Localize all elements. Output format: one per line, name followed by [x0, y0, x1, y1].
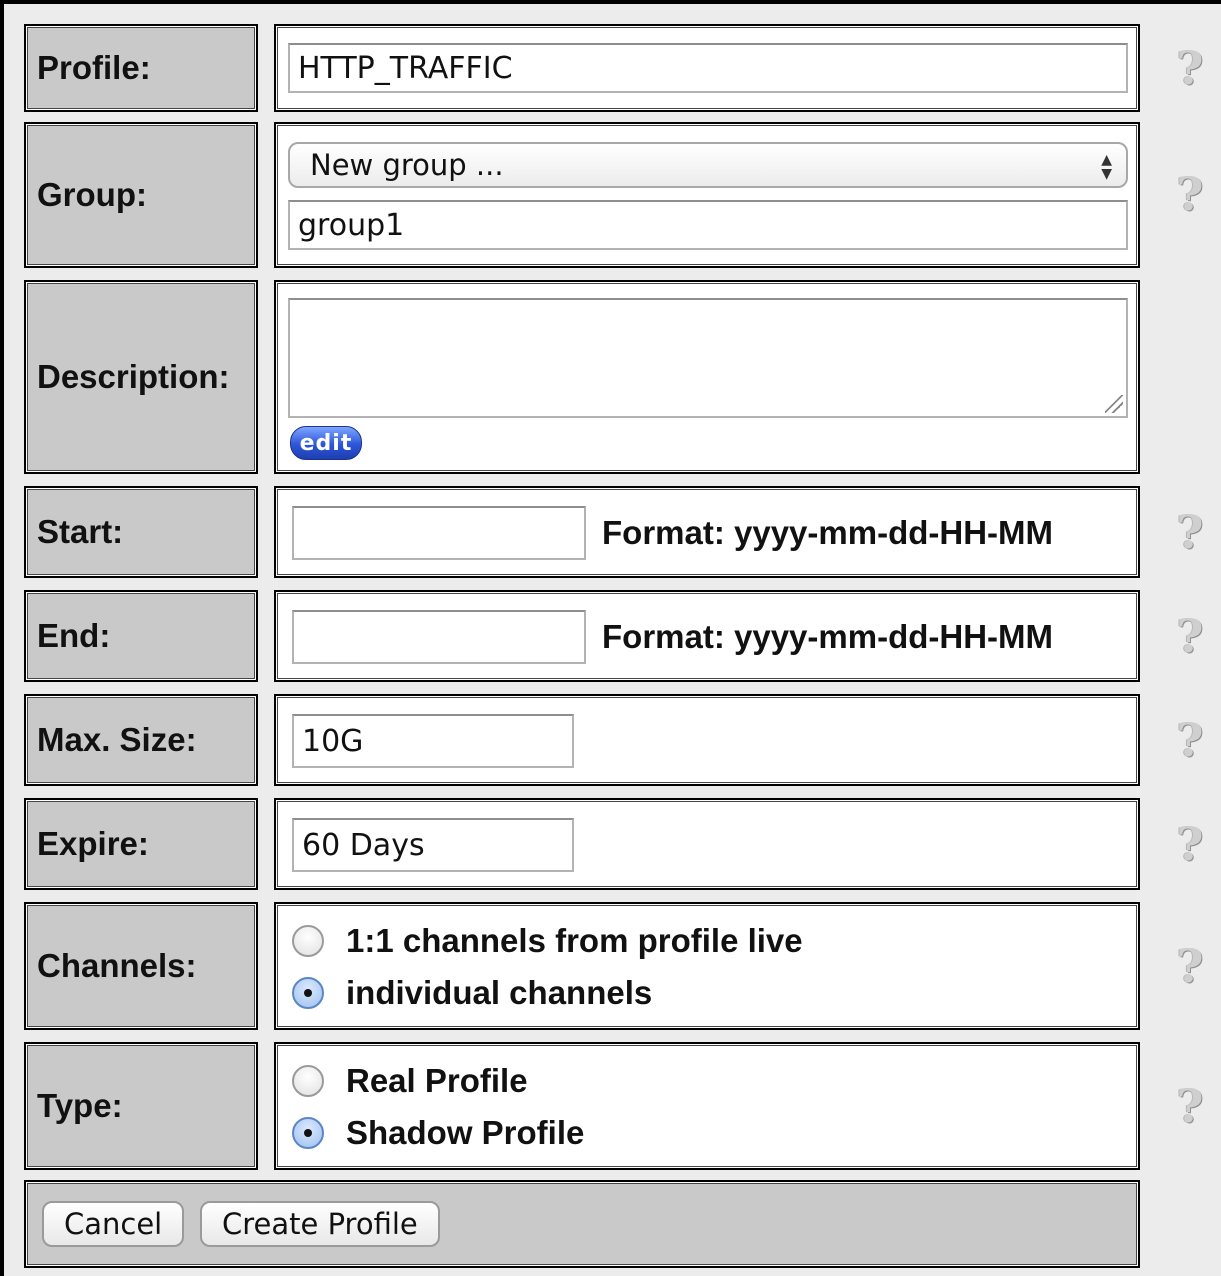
end-label: End:	[24, 590, 258, 682]
radio-unchecked-icon[interactable]	[292, 1065, 324, 1097]
max-size-input[interactable]: 10G	[292, 714, 574, 768]
description-textarea[interactable]	[288, 298, 1128, 418]
expire-help-question-icon[interactable]: ?	[1170, 821, 1210, 867]
resize-grip-icon[interactable]	[1105, 395, 1123, 413]
max-size-cell: 10G	[274, 694, 1140, 786]
end-format-hint: Format: yyyy-mm-dd-HH-MM	[602, 618, 1054, 655]
type-option-real[interactable]: Real Profile	[292, 1062, 528, 1100]
description-edit-button[interactable]: edit	[290, 426, 362, 460]
channels-option-1-1[interactable]: 1:1 channels from profile live	[292, 922, 803, 960]
profile-help-question-icon[interactable]: ?	[1170, 45, 1210, 91]
group-label: Group:	[24, 122, 258, 268]
form-actions-bar: Cancel Create Profile	[24, 1180, 1140, 1268]
profile-cell: HTTP_TRAFFIC	[274, 24, 1140, 112]
group-select[interactable]: New group ... ▲ ▼	[288, 142, 1128, 188]
profile-input[interactable]: HTTP_TRAFFIC	[288, 43, 1128, 93]
radio-checked-icon[interactable]	[292, 1117, 324, 1149]
start-format-hint: Format: yyyy-mm-dd-HH-MM	[602, 514, 1054, 551]
group-select-value: New group ...	[310, 148, 504, 182]
channels-option-label: 1:1 channels from profile live	[346, 922, 803, 959]
start-cell: Format: yyyy-mm-dd-HH-MM	[274, 486, 1140, 578]
max-size-help-question-icon[interactable]: ?	[1170, 717, 1210, 763]
create-profile-button[interactable]: Create Profile	[200, 1201, 440, 1247]
type-option-label: Shadow Profile	[346, 1114, 585, 1151]
channels-option-individual[interactable]: individual channels	[292, 974, 652, 1012]
expire-label: Expire:	[24, 798, 258, 890]
type-option-shadow[interactable]: Shadow Profile	[292, 1114, 584, 1152]
expire-input[interactable]: 60 Days	[292, 818, 574, 872]
type-help-question-icon[interactable]: ?	[1170, 1083, 1210, 1129]
type-option-label: Real Profile	[346, 1062, 528, 1099]
end-help-question-icon[interactable]: ?	[1170, 613, 1210, 659]
channels-help-question-icon[interactable]: ?	[1170, 943, 1210, 989]
profile-form: Profile: HTTP_TRAFFIC ? Group: New group…	[0, 0, 1221, 1276]
end-cell: Format: yyyy-mm-dd-HH-MM	[274, 590, 1140, 682]
start-label: Start:	[24, 486, 258, 578]
group-cell: New group ... ▲ ▼ group1	[274, 122, 1140, 268]
select-arrows-icon: ▲ ▼	[1101, 152, 1112, 182]
type-cell: Real Profile Shadow Profile	[274, 1042, 1140, 1170]
channels-label: Channels:	[24, 902, 258, 1030]
description-cell: edit	[274, 280, 1140, 474]
channels-cell: 1:1 channels from profile live individua…	[274, 902, 1140, 1030]
group-help-question-icon[interactable]: ?	[1170, 171, 1210, 217]
radio-checked-icon[interactable]	[292, 977, 324, 1009]
profile-label: Profile:	[24, 24, 258, 112]
type-label: Type:	[24, 1042, 258, 1170]
start-input[interactable]	[292, 506, 586, 560]
end-input[interactable]	[292, 610, 586, 664]
cancel-button[interactable]: Cancel	[42, 1201, 185, 1247]
radio-unchecked-icon[interactable]	[292, 925, 324, 957]
group-name-input[interactable]: group1	[288, 200, 1128, 250]
channels-option-label: individual channels	[346, 974, 653, 1011]
max-size-label: Max. Size:	[24, 694, 258, 786]
expire-cell: 60 Days	[274, 798, 1140, 890]
start-help-question-icon[interactable]: ?	[1170, 509, 1210, 555]
description-label: Description:	[24, 280, 258, 474]
